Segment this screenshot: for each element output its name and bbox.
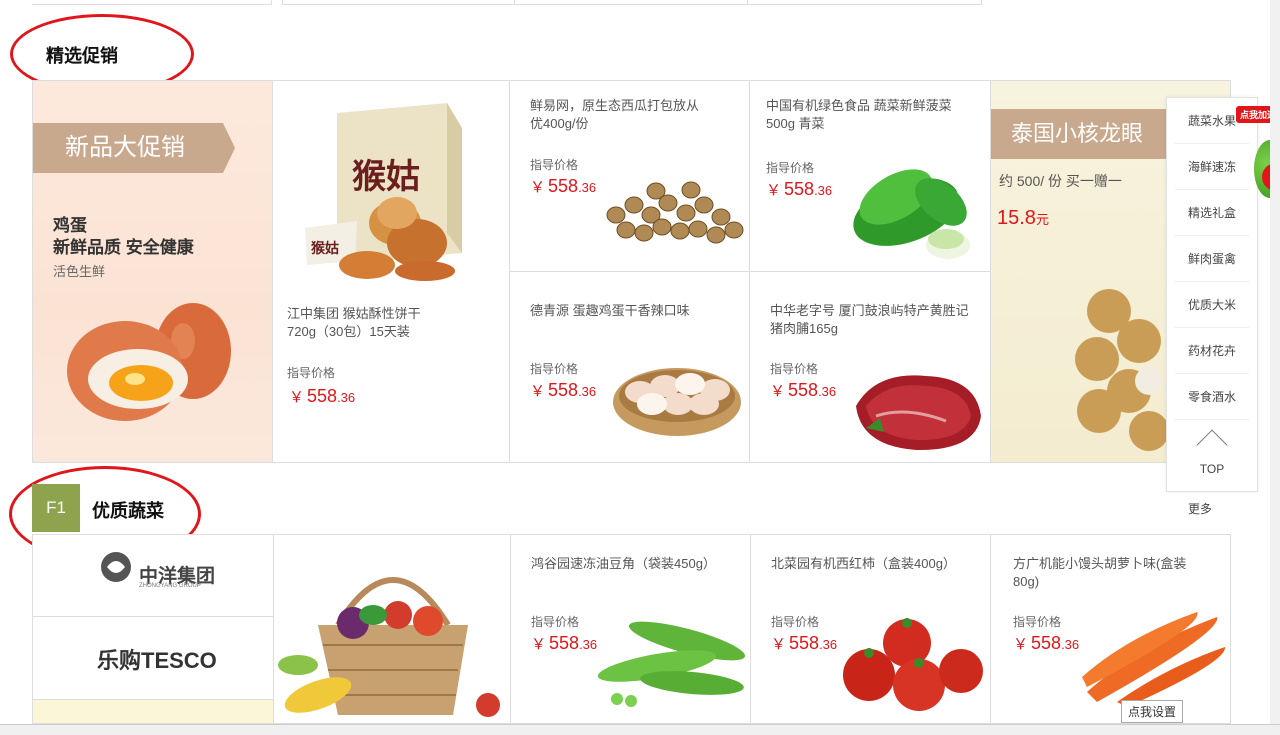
product-name[interactable]: 江中集团 猴姑酥性饼干720g（30包）15天装 — [287, 305, 447, 341]
banner-subtitle: 活色生鲜 — [53, 264, 106, 279]
product-price: ￥ 558.36 — [530, 176, 597, 196]
section-title-promo: 精选促销 — [46, 46, 118, 66]
sidenav-item[interactable]: 优质大米 — [1175, 282, 1249, 328]
product-image-biscuit: 猴姑 猴姑 — [305, 103, 462, 281]
product-card[interactable]: 中华老字号 厦门鼓浪屿特产黄胜记猪肉脯165g 指导价格 ￥ 558.36 — [750, 272, 991, 463]
product-image-carrots — [1082, 612, 1226, 707]
price-label: 指导价格 — [766, 161, 815, 175]
brand-name: 乐购TESCO — [97, 648, 217, 673]
previous-section-remnant — [32, 0, 982, 5]
remnant-cell — [515, 0, 748, 5]
status-bar — [0, 724, 1280, 735]
product-name[interactable]: 鲜易网，原生态西瓜打包放从优400g/份 — [530, 97, 710, 133]
price-label: 指导价格 — [287, 366, 336, 380]
banner-ribbon: 新品大促销 — [33, 123, 235, 173]
product-card[interactable]: 中国有机绿色食品 蔬菜新鲜菠菜500g 青菜 指导价格 ￥ 558.36 — [750, 80, 991, 272]
price-label: 指导价格 — [1013, 615, 1062, 629]
product-name[interactable]: 中华老字号 厦门鼓浪屿特产黄胜记猪肉脯165g — [770, 302, 980, 338]
product-image-egg-basket — [613, 368, 741, 436]
brand-logo-zhongyang[interactable]: 中洋集团 ZHONGYANG GROUP — [32, 534, 274, 617]
chevron-up-icon — [1196, 429, 1228, 461]
longan-image — [1075, 289, 1169, 451]
promo-banner-eggs[interactable]: 新品大促销 鸡蛋 新鲜品质 安全健康 活色生鲜 — [32, 80, 273, 463]
product-price: ￥ 558.36 — [289, 386, 356, 406]
product-name[interactable]: 德青源 蛋趣鸡蛋干香辣口味 — [530, 302, 730, 320]
zhongyang-logo-icon — [101, 552, 131, 582]
product-name[interactable]: 北菜园有机西红柿（盒装400g） — [771, 555, 981, 573]
product-price: ￥ 558.36 — [530, 380, 597, 400]
remnant-cell — [282, 0, 515, 5]
product-price: ￥ 558.36 — [770, 380, 837, 400]
svg-text:猴姑: 猴姑 — [352, 157, 420, 197]
product-image-seeds — [606, 181, 744, 244]
top-label: TOP — [1199, 462, 1225, 476]
longan-subtitle: 约 500/ 份 买一赠一 — [999, 173, 1122, 189]
product-price: ￥ 558.36 — [1013, 633, 1080, 653]
product-card[interactable]: 北菜园有机西红柿（盒装400g） 指导价格 ￥ 558.36 — [751, 534, 991, 724]
brand-logo-partial[interactable] — [32, 700, 274, 724]
vegetable-basket-image — [278, 577, 500, 717]
product-price: ￥ 558.36 — [531, 633, 598, 653]
floor-side-nav: 蔬菜水果 海鲜速冻 精选礼盒 鲜肉蛋禽 优质大米 药材花卉 零食酒水 TOP — [1166, 97, 1258, 492]
brand-logo-tesco[interactable]: 乐购TESCO — [32, 617, 274, 700]
eggs-image — [67, 303, 231, 421]
price-label: 指导价格 — [771, 615, 820, 629]
product-card[interactable]: 德青源 蛋趣鸡蛋干香辣口味 指导价格 ￥ 558.36 — [510, 272, 750, 463]
sidenav-item[interactable]: 海鲜速冻 — [1175, 144, 1249, 190]
back-to-top-button[interactable]: TOP — [1167, 420, 1257, 486]
product-card[interactable]: 猴姑 猴姑 江中集团 猴姑酥性饼干720g（30包）15天装 指导价格 ￥ 558… — [273, 80, 510, 463]
remnant-cell — [748, 0, 982, 5]
product-price: ￥ 558.36 — [766, 179, 833, 199]
banner-headline-2: 新鲜品质 安全健康 — [53, 238, 194, 257]
product-card[interactable]: 鸿谷园速冻油豆角（袋装450g） 指导价格 ￥ 558.36 — [511, 534, 751, 724]
sidenav-item[interactable]: 精选礼盒 — [1175, 190, 1249, 236]
settings-tooltip: 点我设置 — [1121, 700, 1184, 723]
price-label: 指导价格 — [530, 362, 579, 376]
product-image-tomatoes — [843, 618, 983, 711]
price-label: 指导价格 — [531, 615, 580, 629]
svg-text:猴姑: 猴姑 — [310, 240, 339, 256]
product-name[interactable]: 鸿谷园速冻油豆角（袋装450g） — [531, 555, 741, 573]
price-label: 指导价格 — [530, 158, 579, 172]
sidenav-item[interactable]: 药材花卉 — [1175, 328, 1249, 374]
vertical-scrollbar[interactable] — [1270, 0, 1280, 735]
remnant-cell — [32, 0, 272, 5]
longan-ribbon: 泰国小核龙眼 — [991, 109, 1166, 159]
product-card[interactable]: 鲜易网，原生态西瓜打包放从优400g/份 指导价格 ￥ 558.36 — [510, 80, 750, 272]
more-link[interactable]: 更多 — [1188, 500, 1212, 517]
section-title-f1: 优质蔬菜 — [92, 501, 164, 521]
longan-price: 15.8元 — [997, 207, 1049, 229]
product-image-meat — [856, 375, 981, 451]
sidenav-item[interactable]: 零食酒水 — [1175, 374, 1249, 420]
product-name[interactable]: 中国有机绿色食品 蔬菜新鲜菠菜500g 青菜 — [766, 97, 976, 133]
product-card[interactable]: 方广机能小馒头胡萝卜味(盒装80g) 指导价格 ￥ 558.36 — [991, 534, 1231, 724]
floor-badge: F1 — [32, 484, 80, 532]
product-price: ￥ 558.36 — [771, 633, 838, 653]
sidenav-item[interactable]: 鲜肉蛋禽 — [1175, 236, 1249, 282]
product-image-greens — [853, 169, 970, 259]
product-name[interactable]: 方广机能小馒头胡萝卜味(盒装80g) — [1013, 555, 1203, 591]
page: 精选促销 新品大促销 鸡蛋 新鲜品质 安全健康 活色生鲜 猴姑 猴姑 江中集团 … — [0, 0, 1280, 735]
product-image-beans — [597, 621, 746, 707]
category-image-basket[interactable] — [274, 534, 511, 724]
brand-name-en: ZHONGYANG GROUP — [139, 583, 201, 589]
price-label: 指导价格 — [770, 362, 819, 376]
